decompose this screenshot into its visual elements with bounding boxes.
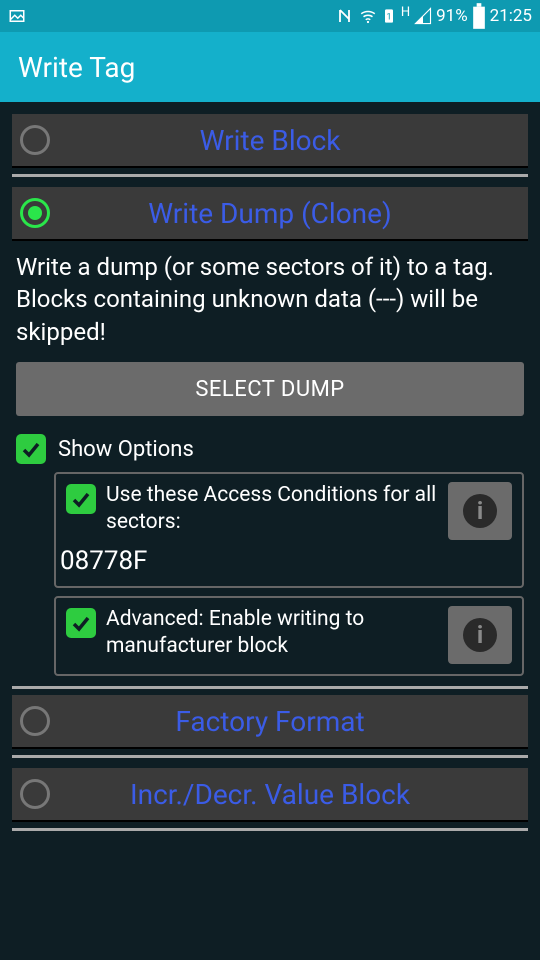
divider [12, 174, 528, 177]
signal-icon [414, 7, 432, 25]
option-access-conditions: Use these Access Conditions for all sect… [54, 472, 524, 588]
radio-icon [20, 125, 50, 155]
battery-icon [472, 7, 486, 25]
checkbox-checked-icon[interactable] [66, 484, 96, 514]
checkbox-checked-icon[interactable] [66, 608, 96, 638]
radio-value-block[interactable]: Incr./Decr. Value Block [12, 768, 528, 822]
sim-icon: 1 [381, 7, 397, 25]
main-content: Write Block Write Dump (Clone) Write a d… [0, 102, 540, 831]
dump-description: Write a dump (or some sectors of it) to … [12, 241, 528, 362]
divider [12, 828, 528, 831]
page-title: Write Tag [18, 51, 135, 84]
info-button[interactable]: i [448, 606, 512, 664]
option-advanced-manufacturer: Advanced: Enable writing to manufacturer… [54, 596, 524, 676]
radio-label: Factory Format [62, 705, 528, 738]
network-type: H [401, 5, 410, 20]
divider [12, 686, 528, 689]
option-label: Advanced: Enable writing to manufacturer… [106, 606, 448, 660]
app-bar: Write Tag [0, 32, 540, 102]
svg-text:1: 1 [386, 11, 391, 22]
battery-pct: 91% [436, 6, 468, 26]
radio-label: Write Dump (Clone) [62, 197, 528, 230]
info-button[interactable]: i [448, 482, 512, 540]
checkbox-label: Show Options [58, 437, 194, 462]
info-icon: i [463, 494, 497, 528]
radio-factory-format[interactable]: Factory Format [12, 695, 528, 749]
wifi-icon [359, 7, 377, 25]
checkbox-checked-icon [16, 434, 46, 464]
option-label: Use these Access Conditions for all sect… [106, 482, 448, 536]
select-dump-button[interactable]: SELECT DUMP [16, 362, 524, 416]
radio-label: Incr./Decr. Value Block [62, 778, 528, 811]
radio-write-dump[interactable]: Write Dump (Clone) [12, 187, 528, 241]
radio-icon [20, 706, 50, 736]
radio-write-block[interactable]: Write Block [12, 114, 528, 168]
status-bar: 1 H 91% 21:25 [0, 0, 540, 32]
access-conditions-input[interactable]: 08778F [60, 546, 512, 576]
nfc-icon [337, 7, 355, 25]
clock: 21:25 [490, 6, 532, 26]
radio-icon [20, 779, 50, 809]
radio-label: Write Block [62, 124, 528, 157]
radio-icon-selected [20, 198, 50, 228]
divider [12, 755, 528, 758]
picture-icon [8, 7, 26, 25]
show-options-checkbox[interactable]: Show Options [16, 434, 524, 464]
info-icon: i [463, 618, 497, 652]
